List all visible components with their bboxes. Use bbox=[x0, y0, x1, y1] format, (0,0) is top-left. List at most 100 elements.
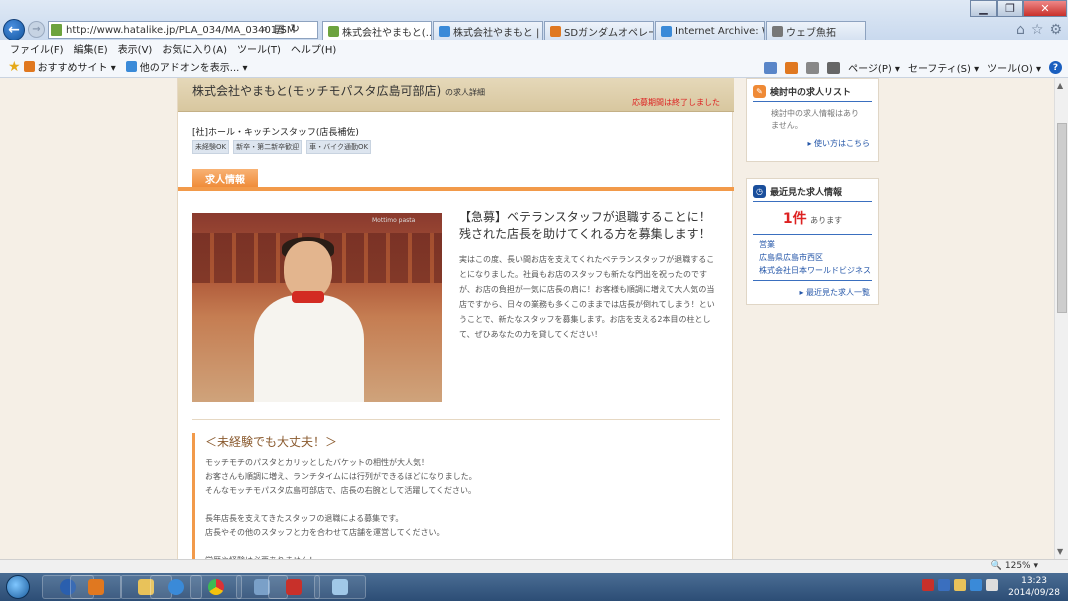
favorites-item-1[interactable]: 他のアドオンを表示... ▾ bbox=[125, 59, 248, 74]
page-viewport: 株式会社やまもと(モッチモパスタ広島可部店) の求人詳細 応募期間は終了しました… bbox=[0, 78, 1054, 559]
review-list-empty: 検討中の求人情報はありません。 bbox=[771, 109, 859, 130]
menu-item-0[interactable]: ファイル(F) bbox=[10, 41, 64, 56]
tray-ime-icon[interactable] bbox=[938, 579, 950, 591]
window-controls: ▁ ❐ ✕ bbox=[970, 0, 1067, 17]
feed-icon[interactable] bbox=[785, 61, 799, 74]
recent-job-line[interactable]: 営業 bbox=[759, 238, 872, 251]
tab-strip: 株式会社やまもと(...✕ 株式会社やまもと | ... SDガンダムオペレー...… bbox=[322, 21, 867, 40]
tab-label: Internet Archive: W... bbox=[675, 25, 764, 37]
tab-browser-4[interactable]: ウェブ魚拓 bbox=[766, 21, 866, 40]
taskbar-office-app[interactable] bbox=[70, 575, 122, 599]
job-tag: 車・バイク通勤OK bbox=[306, 140, 372, 154]
command-item-2[interactable]: ツール(O) ▾ bbox=[987, 60, 1041, 75]
section-title: ＜未経験でも大丈夫！＞ bbox=[205, 435, 338, 449]
print-icon[interactable] bbox=[827, 61, 841, 74]
back-button[interactable]: ← bbox=[3, 19, 25, 41]
review-list-header: ✎ 検討中の求人リスト bbox=[753, 79, 872, 102]
job-tag: 新卒・第二新卒歓迎 bbox=[233, 140, 303, 154]
home-icon[interactable]: ⌂ bbox=[1016, 22, 1025, 38]
tab-label: SDガンダムオペレー... bbox=[564, 27, 653, 39]
tab-favicon-icon bbox=[328, 25, 339, 37]
scroll-up-icon[interactable]: ▲ bbox=[1057, 81, 1063, 90]
menu-item-4[interactable]: ツール(T) bbox=[237, 41, 281, 56]
tab-label: 株式会社やまもと | ... bbox=[453, 27, 543, 39]
favorites-item-label: 他のアドオンを表示... ▾ bbox=[139, 63, 248, 74]
gear-icon[interactable]: ⚙ bbox=[1049, 22, 1062, 38]
start-button[interactable] bbox=[6, 575, 30, 599]
tray-app-icon[interactable] bbox=[922, 579, 934, 591]
search-icon[interactable]: ⌕ bbox=[262, 22, 268, 36]
recent-count-suffix: あります bbox=[810, 216, 843, 225]
tab-browser-0[interactable]: 株式会社やまもと(...✕ bbox=[322, 21, 432, 40]
job-position: [社]ホール・キッチンスタッフ(店長補佐) bbox=[192, 128, 359, 138]
scroll-down-icon[interactable]: ▼ bbox=[1057, 547, 1063, 556]
taskbar-pdf-app[interactable] bbox=[268, 575, 320, 599]
arrow-right-icon: → bbox=[32, 24, 41, 35]
taskbar-chrome-app[interactable] bbox=[190, 575, 242, 599]
command-bar: ページ(P) ▾ セーフティ(S) ▾ ツール(O) ▾ ? bbox=[764, 60, 1062, 75]
menu-item-2[interactable]: 表示(V) bbox=[118, 41, 153, 56]
favorites-item-icon bbox=[125, 61, 137, 72]
system-tray bbox=[922, 579, 998, 591]
clock-icon: ◷ bbox=[753, 185, 766, 198]
close-window-button[interactable]: ✕ bbox=[1023, 0, 1067, 17]
expired-notice: 応募期間は終了しました bbox=[632, 98, 720, 107]
tray-folder-icon[interactable] bbox=[954, 579, 966, 591]
lead-body: 実はこの度、長い間お店を支えてくれたベテランスタッフが退職することになりました。… bbox=[459, 255, 715, 339]
tab-browser-1[interactable]: 株式会社やまもと | ... bbox=[433, 21, 543, 40]
tray-volume-icon[interactable] bbox=[986, 579, 998, 591]
forward-button[interactable]: → bbox=[28, 21, 45, 38]
company-title: 株式会社やまもと(モッチモパスタ広島可部店) の求人詳細 bbox=[192, 82, 485, 99]
tab-job-info[interactable]: 求人情報 bbox=[192, 169, 258, 188]
no-experience-section: ＜未経験でも大丈夫！＞ モッチモチのパスタとカリッとしたバケットの相性が大人気！… bbox=[192, 433, 720, 559]
minimize-button[interactable]: ▁ bbox=[970, 0, 997, 17]
scrollbar-thumb[interactable] bbox=[1057, 123, 1067, 313]
menu-item-1[interactable]: 編集(E) bbox=[74, 41, 108, 56]
home-icon[interactable] bbox=[764, 61, 778, 74]
tab-browser-2[interactable]: SDガンダムオペレー... bbox=[544, 21, 654, 40]
menu-item-3[interactable]: お気に入り(A) bbox=[162, 41, 227, 56]
tab-browser-3[interactable]: Internet Archive: W... bbox=[655, 21, 765, 40]
company-title-suffix: の求人詳細 bbox=[444, 88, 485, 97]
menu-bar: ファイル(F) 編集(E) 表示(V) お気に入り(A) ツール(T) ヘルプ(H) bbox=[0, 40, 1068, 56]
section-line: 店長やその他のスタッフと力を合わせて店舗を運営してください。 bbox=[205, 528, 445, 537]
job-detail-panel: 株式会社やまもと(モッチモパスタ広島可部店) の求人詳細 応募期間は終了しました… bbox=[177, 78, 734, 559]
menu-item-5[interactable]: ヘルプ(H) bbox=[291, 41, 336, 56]
pencil-icon: ✎ bbox=[753, 85, 766, 98]
tab-underline bbox=[178, 187, 734, 191]
maximize-button[interactable]: ❐ bbox=[997, 0, 1023, 17]
tab-favicon-icon bbox=[439, 25, 450, 37]
taskbar-notes-app[interactable] bbox=[314, 575, 366, 599]
section-line: モッチモチのパスタとカリッとしたバケットの相性が大人気！ bbox=[205, 458, 429, 467]
recent-job-item[interactable]: 営業 広島県広島市西区 株式会社日本ワールドビジネス bbox=[753, 234, 872, 281]
mail-icon[interactable] bbox=[806, 61, 820, 74]
tab-favicon-icon bbox=[772, 25, 783, 37]
taskbar-clock[interactable]: 13:23 2014/09/28 bbox=[1008, 575, 1060, 599]
browser-titlebar: ← → http://www.hatalike.jp/PLA_034/MA_03… bbox=[0, 0, 1068, 41]
command-item-0[interactable]: ページ(P) ▾ bbox=[848, 60, 900, 75]
tray-network-icon[interactable] bbox=[970, 579, 982, 591]
vertical-scrollbar[interactable]: ▲ ▼ bbox=[1054, 78, 1068, 559]
favorites-star-icon[interactable]: ☆ bbox=[1031, 22, 1044, 38]
zoom-level[interactable]: 🔍 125% ▾ bbox=[991, 561, 1038, 571]
recent-job-line[interactable]: 広島県広島市西区 bbox=[759, 251, 872, 264]
refresh-icon[interactable]: ↻ bbox=[291, 22, 300, 36]
command-item-1[interactable]: セーフティ(S) ▾ bbox=[908, 60, 979, 75]
company-name: 株式会社やまもと(モッチモパスタ広島可部店) bbox=[192, 84, 442, 98]
recent-job-line[interactable]: 株式会社日本ワールドビジネス bbox=[759, 264, 872, 277]
recent-count: 1件 あります bbox=[747, 202, 878, 228]
tab-label: ウェブ魚拓 bbox=[786, 27, 836, 39]
compat-view-icon[interactable]: ▤ bbox=[274, 22, 284, 36]
section-line: 長年店長を支えてきたスタッフの退職による募集です。 bbox=[205, 514, 404, 523]
favorites-item-0[interactable]: おすすめサイト ▾ bbox=[23, 59, 116, 74]
job-header-band: 株式会社やまもと(モッチモパスタ広島可部店) の求人詳細 応募期間は終了しました bbox=[178, 78, 734, 112]
favorites-item-label: おすすめサイト ▾ bbox=[37, 63, 116, 74]
usage-link[interactable]: 使い方はこちら bbox=[747, 132, 878, 149]
recent-list-link[interactable]: 最近見た求人一覧 bbox=[747, 281, 878, 298]
recent-jobs-box: ◷ 最近見た求人情報 1件 あります 営業 広島県広島市西区 株式会社日本ワールドビ… bbox=[746, 178, 879, 305]
favorites-star-icon[interactable]: ★ bbox=[8, 59, 21, 75]
help-icon[interactable]: ? bbox=[1049, 61, 1062, 74]
section-divider bbox=[192, 419, 720, 420]
